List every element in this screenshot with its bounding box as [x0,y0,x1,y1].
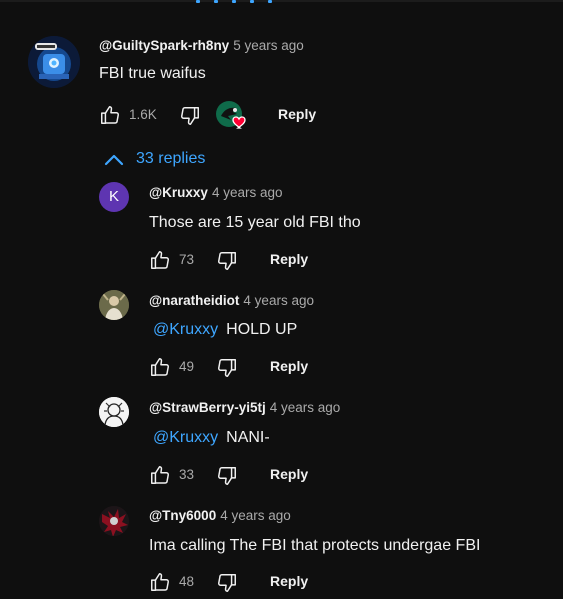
reply-button[interactable]: Reply [270,251,308,267]
like-count: 73 [179,252,195,267]
thumb-up-icon[interactable] [149,249,171,271]
drawing-avatar[interactable] [99,397,129,427]
thumb-down-icon[interactable] [179,105,201,127]
comment-actions: 1.6K Reply [99,101,399,129]
reply-button[interactable]: Reply [270,466,308,482]
creator-heart-badge-icon [215,100,251,132]
thumb-up-icon[interactable] [149,464,171,486]
thumb-up-icon[interactable] [149,356,171,378]
chevron-up-icon [103,150,125,175]
dark-avatar[interactable] [99,506,129,536]
reply-author[interactable]: @naratheidiot [149,293,239,308]
reply-author[interactable]: @StrawBerry-yi5tj [149,400,266,415]
thumb-up-icon[interactable] [99,104,121,126]
comment-author[interactable]: @GuiltySpark-rh8ny [99,38,229,53]
thumb-down-icon[interactable] [216,250,238,272]
reply-button[interactable]: Reply [278,106,316,122]
scroll-indicator [196,0,286,3]
reply-actions: 73 Reply [149,248,349,272]
reply-button[interactable]: Reply [270,573,308,589]
mention-link[interactable]: @Kruxxy [153,429,218,446]
reply-text: @Kruxxy NANI- [153,429,270,447]
reply-body: NANI- [226,429,270,446]
reply-timestamp[interactable]: 4 years ago [212,185,283,200]
reply-actions: 33 Reply [149,463,349,487]
like-count: 1.6K [129,107,157,122]
reply-actions: 48 Reply [149,570,349,594]
avatar-letter: K [108,188,119,205]
like-count: 33 [179,467,195,482]
reply-author[interactable]: @Kruxxy [149,185,208,200]
top-divider [0,0,563,3]
robot-avatar-icon[interactable] [28,36,80,88]
like-count: 48 [179,574,195,589]
thumb-down-icon[interactable] [216,357,238,379]
like-count: 49 [179,359,195,374]
replies-count-label: 33 replies [136,150,206,167]
letter-avatar[interactable]: K [99,182,129,212]
reply-author[interactable]: @Tny6000 [149,508,216,523]
mention-link[interactable]: @Kruxxy [153,321,218,338]
reply-button[interactable]: Reply [270,358,308,374]
thumb-up-icon[interactable] [149,571,171,593]
reply-timestamp[interactable]: 4 years ago [270,400,341,415]
reply-text: Ima calling The FBI that protects underg… [149,537,480,555]
reply-actions: 49 Reply [149,355,349,379]
reply-body: Those are 15 year old FBI tho [149,214,361,231]
reply-timestamp[interactable]: 4 years ago [220,508,291,523]
reply-text: Those are 15 year old FBI tho [149,214,361,232]
thumb-down-icon[interactable] [216,572,238,594]
reply-body: Ima calling The FBI that protects underg… [149,537,481,554]
thumb-down-icon[interactable] [216,465,238,487]
reply-body: HOLD UP [226,321,298,338]
photo-avatar[interactable] [99,290,129,320]
comment-timestamp[interactable]: 5 years ago [233,38,304,53]
reply-timestamp[interactable]: 4 years ago [243,293,314,308]
comment-text: FBI true waifus [99,65,206,82]
reply-text: @Kruxxy HOLD UP [153,321,297,339]
